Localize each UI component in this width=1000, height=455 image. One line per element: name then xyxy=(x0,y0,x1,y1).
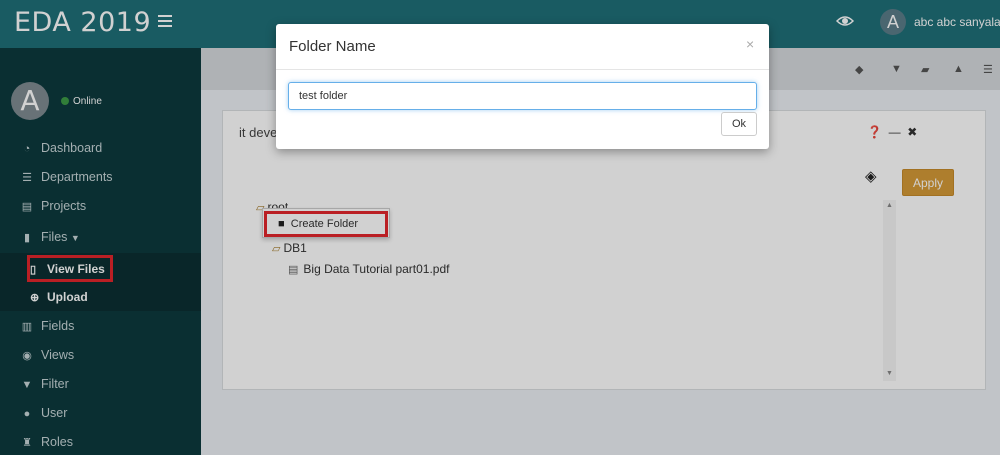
folder-name-modal: Folder Name × Ok xyxy=(276,24,769,149)
modal-title: Folder Name xyxy=(289,38,376,55)
modal-close-icon[interactable]: × xyxy=(746,36,754,52)
folder-name-input[interactable] xyxy=(288,82,757,110)
modal-divider xyxy=(276,69,769,70)
ok-button[interactable]: Ok xyxy=(721,112,757,136)
